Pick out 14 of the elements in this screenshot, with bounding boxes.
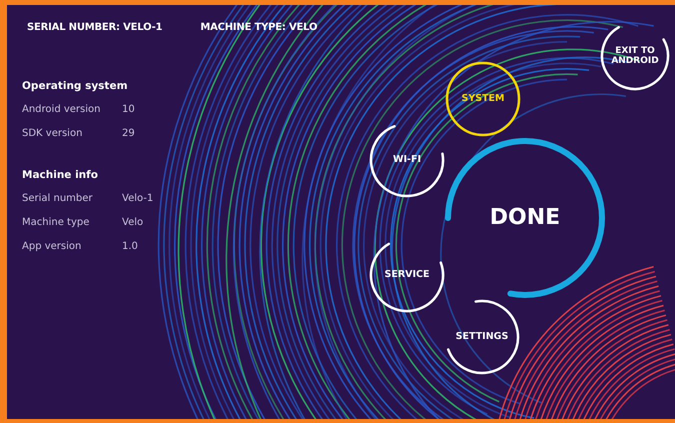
info-label: SDK version [22,128,84,138]
info-label: Android version [22,104,102,114]
info-value: 1.0 [122,240,138,252]
done-button[interactable]: DONE [444,137,606,299]
section-title: Operating system [22,79,129,94]
header-info-text: SERIAL NUMBER: VELO-1 [27,22,162,35]
info-label: Serial number [22,192,94,204]
info-label: App version [22,240,82,252]
section-title: Machine info [22,168,99,183]
info-value: Velo [122,216,144,228]
info-label: Machine type [22,216,90,228]
info-value: 29 [122,128,135,138]
info-value: Velo-1 [122,192,154,204]
info-value: 10 [122,104,135,114]
